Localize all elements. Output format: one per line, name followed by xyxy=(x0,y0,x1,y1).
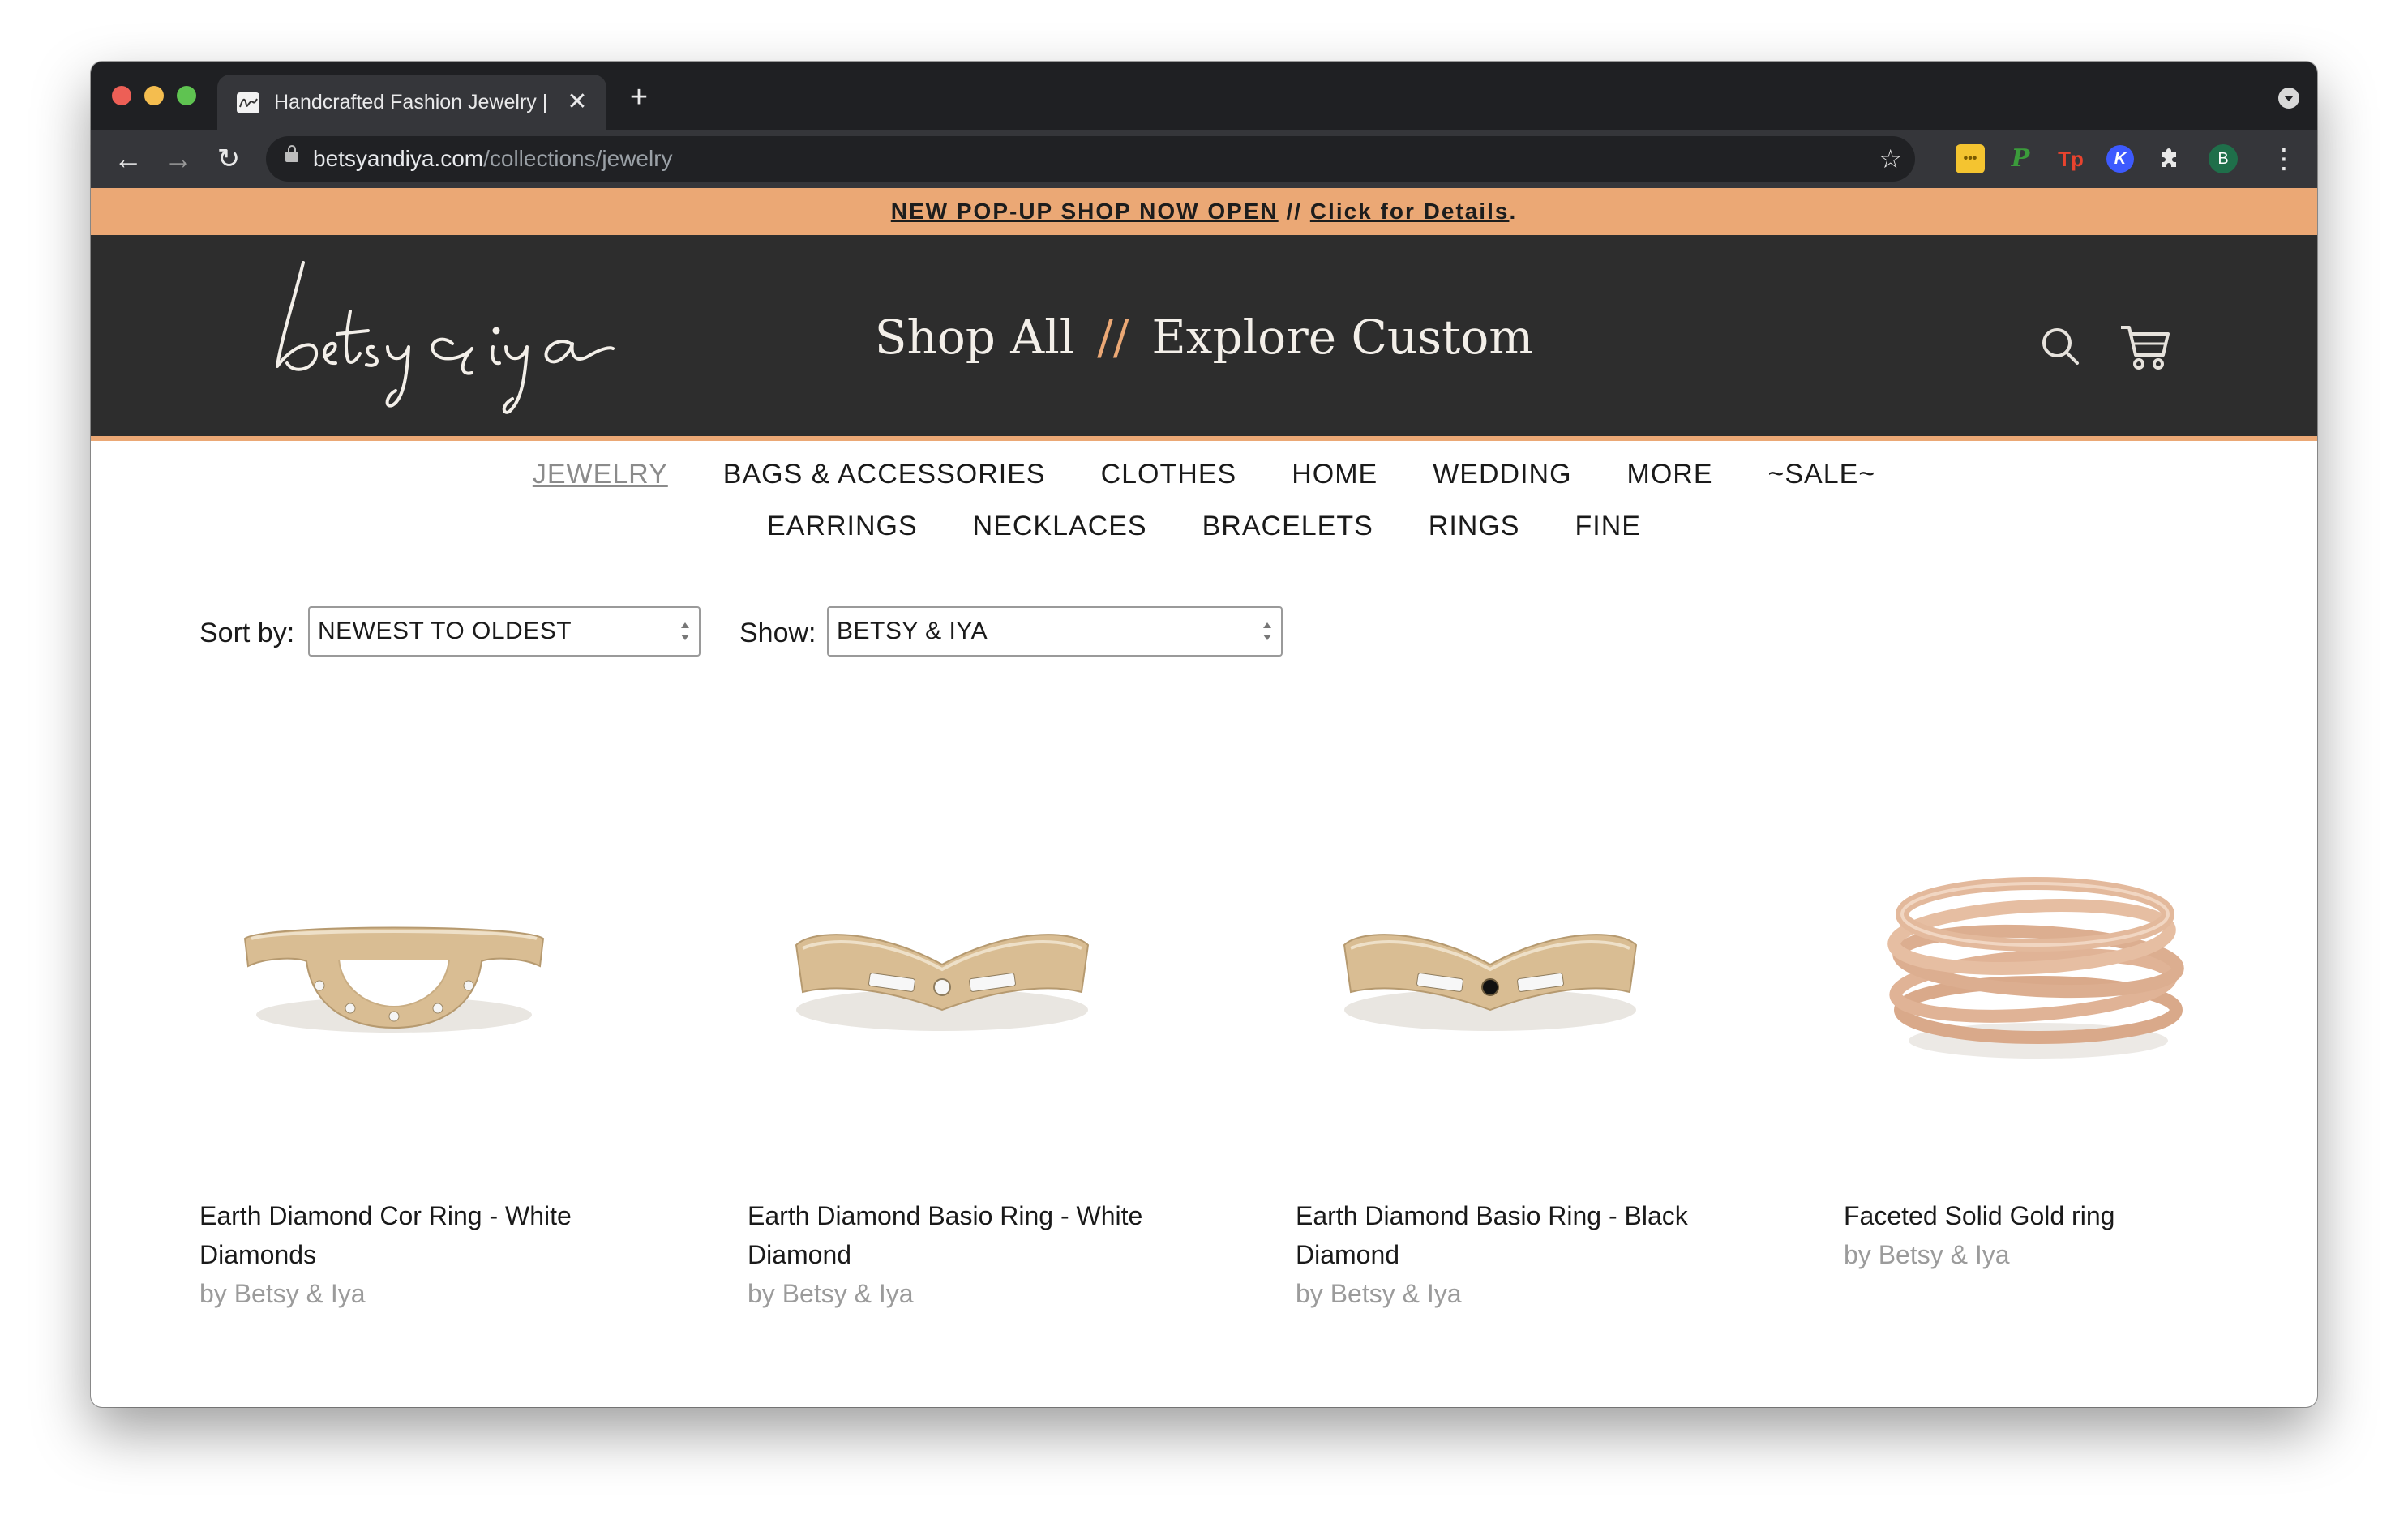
subcategory-necklaces[interactable]: NECKLACES xyxy=(973,511,1147,542)
minimize-window-button[interactable] xyxy=(144,86,164,105)
product-name[interactable]: Earth Diamond Cor Ring - White Diamonds … xyxy=(199,1196,637,1313)
product-title[interactable]: Earth Diamond Basio Ring - White Diamond xyxy=(748,1196,1185,1274)
popup-shop-link[interactable]: NEW POP-UP SHOP NOW OPEN xyxy=(891,199,1279,224)
product-image[interactable] xyxy=(232,848,556,1091)
primary-category-nav: JEWELRY BAGS & ACCESSORIES CLOTHES HOME WEDD… xyxy=(91,459,2317,490)
category-bags-accessories[interactable]: BAGS & ACCESSORIES xyxy=(723,459,1046,490)
browser-tab[interactable]: Handcrafted Fashion Jewelry | ✕ xyxy=(217,75,606,130)
select-arrows-icon xyxy=(1263,622,1271,640)
tab-title: Handcrafted Fashion Jewelry | xyxy=(274,91,548,113)
product-vendor: by Betsy & Iya xyxy=(1296,1279,1462,1308)
browser-toolbar: ← → ↻ betsyandiya.com/collections/jewelr… xyxy=(91,130,2317,188)
close-window-button[interactable] xyxy=(112,86,131,105)
back-arrow-icon[interactable]: ← xyxy=(109,139,148,178)
close-tab-icon[interactable]: ✕ xyxy=(559,84,595,120)
browser-titlebar: Handcrafted Fashion Jewelry | ✕ + xyxy=(91,62,2317,130)
category-clothes[interactable]: CLOTHES xyxy=(1101,459,1237,490)
tab-search-icon[interactable] xyxy=(2278,88,2299,109)
subcategory-bracelets[interactable]: BRACELETS xyxy=(1202,511,1373,542)
k-extension-icon[interactable]: K xyxy=(2106,145,2134,173)
url-path: /collections/jewelry xyxy=(483,146,673,171)
product-name[interactable]: Earth Diamond Basio Ring - Black Diamond… xyxy=(1296,1196,1733,1313)
product-image[interactable] xyxy=(1328,848,1652,1091)
product-vendor: by Betsy & Iya xyxy=(199,1279,366,1308)
product-title[interactable]: Earth Diamond Basio Ring - Black Diamond xyxy=(1296,1196,1733,1274)
show-select[interactable]: BETSY & IYA xyxy=(827,606,1283,657)
category-sale[interactable]: ~SALE~ xyxy=(1768,459,1876,490)
header-nav: Shop All // Explore Custom xyxy=(91,235,2317,439)
show-label: Show: xyxy=(739,618,816,648)
select-arrows-icon xyxy=(681,622,689,640)
sort-label: Sort by: xyxy=(199,618,295,648)
announcement-period: . xyxy=(1509,199,1518,224)
lock-icon xyxy=(285,145,298,162)
browser-menu-icon[interactable]: ⋮ xyxy=(2270,139,2298,178)
category-wedding[interactable]: WEDDING xyxy=(1433,459,1571,490)
header-nav-separator: // xyxy=(1097,310,1129,365)
category-home[interactable]: HOME xyxy=(1292,459,1378,490)
product-card[interactable]: Faceted Solid Gold ring by Betsy & Iya xyxy=(1844,775,2298,1391)
details-link[interactable]: Click for Details xyxy=(1310,199,1510,224)
tp-extension-icon[interactable]: Tp xyxy=(2056,144,2085,173)
product-name[interactable]: Earth Diamond Basio Ring - White Diamond… xyxy=(748,1196,1185,1313)
announcement-separator: // xyxy=(1278,199,1310,224)
product-card[interactable]: Earth Diamond Basio Ring - White Diamond… xyxy=(748,775,1202,1391)
subcategory-fine[interactable]: FINE xyxy=(1575,511,1640,542)
reload-icon[interactable]: ↻ xyxy=(209,139,248,178)
site-header: Shop All // Explore Custom xyxy=(91,235,2317,441)
product-card[interactable]: Earth Diamond Cor Ring - White Diamonds … xyxy=(199,775,653,1391)
explore-custom-link[interactable]: Explore Custom xyxy=(1151,310,1533,365)
product-vendor: by Betsy & Iya xyxy=(748,1279,914,1308)
browser-window: Handcrafted Fashion Jewelry | ✕ + ← → ↻ … xyxy=(91,62,2317,1407)
bookmark-star-icon[interactable]: ☆ xyxy=(1879,136,1902,182)
product-title[interactable]: Earth Diamond Cor Ring - White Diamonds xyxy=(199,1196,637,1274)
announcement-bar: NEW POP-UP SHOP NOW OPEN // Click for De… xyxy=(91,188,2317,235)
maximize-window-button[interactable] xyxy=(177,86,196,105)
product-name[interactable]: Faceted Solid Gold ring by Betsy & Iya xyxy=(1844,1196,2282,1274)
show-select-value: BETSY & IYA xyxy=(837,618,988,644)
forward-arrow-icon[interactable]: → xyxy=(159,139,198,178)
sort-select[interactable]: NEWEST TO OLDEST xyxy=(308,606,701,657)
url-text[interactable]: betsyandiya.com/collections/jewelry xyxy=(313,136,673,182)
url-host: betsyandiya.com xyxy=(313,146,484,171)
category-more[interactable]: MORE xyxy=(1627,459,1713,490)
shop-all-link[interactable]: Shop All xyxy=(875,310,1075,365)
address-bar[interactable]: betsyandiya.com/collections/jewelry ☆ xyxy=(266,136,1915,182)
site-favicon-icon xyxy=(237,92,259,113)
subcategory-rings[interactable]: RINGS xyxy=(1429,511,1520,542)
product-card[interactable]: Earth Diamond Basio Ring - Black Diamond… xyxy=(1296,775,1750,1391)
product-image[interactable] xyxy=(1876,848,2200,1091)
product-title[interactable]: Faceted Solid Gold ring xyxy=(1844,1196,2282,1235)
p-extension-icon[interactable]: P xyxy=(2006,144,2035,173)
subcategory-earrings[interactable]: EARRINGS xyxy=(767,511,918,542)
extensions-puzzle-icon[interactable] xyxy=(2155,144,2184,173)
secondary-category-nav: EARRINGS NECKLACES BRACELETS RINGS FINE xyxy=(91,511,2317,542)
new-tab-button[interactable]: + xyxy=(621,79,657,115)
product-image[interactable] xyxy=(780,848,1104,1091)
sort-select-value: NEWEST TO OLDEST xyxy=(318,618,572,644)
search-icon[interactable] xyxy=(2040,326,2080,366)
notes-extension-icon[interactable]: ••• xyxy=(1956,144,1985,173)
cart-icon[interactable] xyxy=(2119,323,2171,371)
profile-avatar[interactable]: B xyxy=(2209,144,2238,173)
category-jewelry[interactable]: JEWELRY xyxy=(533,459,668,490)
product-vendor: by Betsy & Iya xyxy=(1844,1240,2010,1269)
